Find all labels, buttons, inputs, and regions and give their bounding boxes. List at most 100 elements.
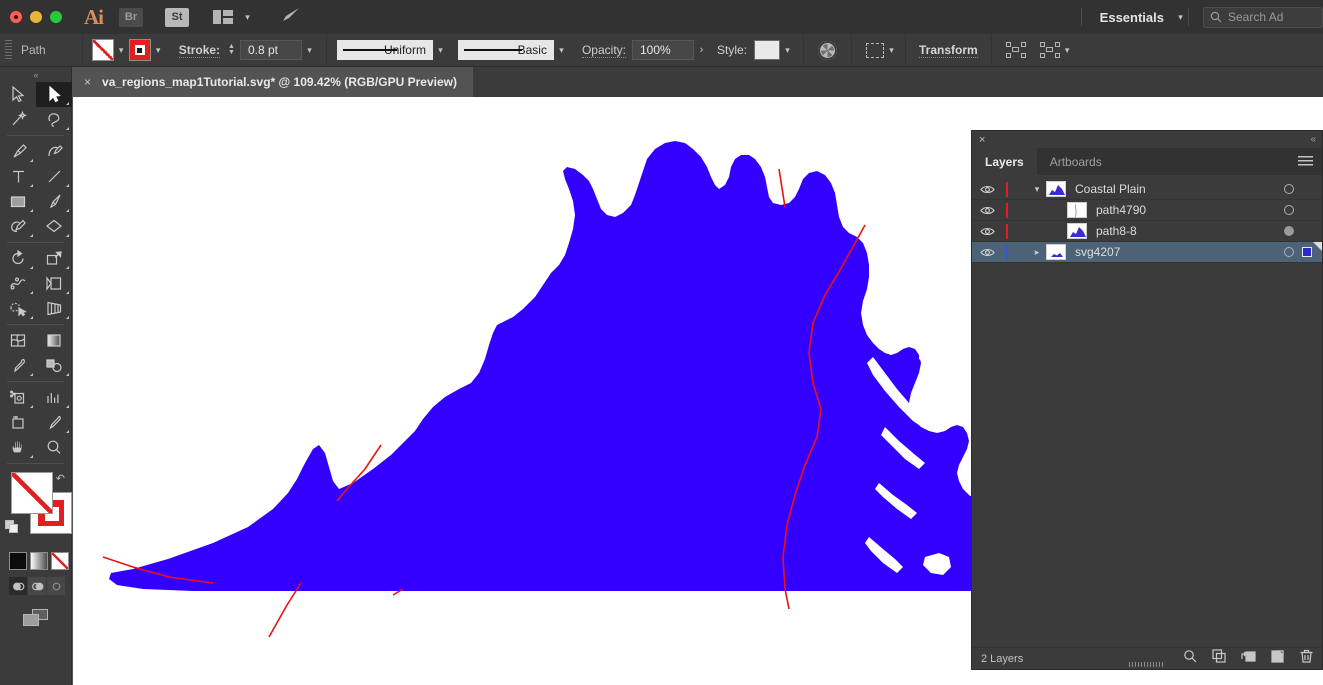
artboard-tool[interactable] — [0, 410, 36, 435]
stroke-weight-chevron-icon[interactable]: ▾ — [302, 45, 317, 56]
close-document-icon[interactable]: × — [84, 75, 91, 89]
stroke-weight-value[interactable]: 0.8 pt — [239, 40, 302, 60]
maximize-window-button[interactable] — [50, 11, 62, 23]
layer-list-empty-area[interactable] — [972, 263, 1322, 647]
create-new-layer-icon[interactable] — [1271, 649, 1285, 668]
curvature-tool[interactable] — [36, 139, 72, 164]
delete-selection-icon[interactable] — [1300, 649, 1313, 668]
scale-tool[interactable] — [36, 246, 72, 271]
pen-tool[interactable] — [0, 139, 36, 164]
free-transform-tool[interactable] — [36, 271, 72, 296]
stroke-weight-stepper[interactable]: ▲ ▼ — [228, 43, 235, 56]
draw-behind[interactable] — [28, 577, 46, 595]
brush-chevron-icon[interactable]: ▾ — [554, 45, 569, 56]
locate-object-icon[interactable] — [1183, 649, 1197, 668]
tab-layers[interactable]: Layers — [972, 148, 1037, 175]
fill-color-indicator[interactable] — [11, 472, 53, 514]
eraser-tool[interactable] — [36, 214, 72, 239]
color-mode-black[interactable] — [9, 552, 27, 570]
target-indicator[interactable] — [1284, 226, 1294, 236]
gradient-tool[interactable] — [36, 328, 72, 353]
perspective-grid-tool[interactable] — [36, 296, 72, 321]
slice-tool[interactable] — [36, 410, 72, 435]
target-indicator[interactable] — [1284, 205, 1294, 215]
layer-name[interactable]: path4790 — [1096, 203, 1146, 217]
width-tool[interactable] — [0, 271, 36, 296]
style-chevron-icon[interactable]: ▾ — [780, 45, 795, 56]
swap-fill-stroke-icon[interactable]: ↶ — [56, 472, 65, 485]
workspace-chevron-icon[interactable]: ▾ — [1173, 12, 1188, 23]
recolor-artwork-icon[interactable] — [818, 40, 837, 60]
arrange-documents-button[interactable]: ▾ — [213, 10, 255, 24]
fill-chevron-icon[interactable]: ▾ — [114, 45, 129, 56]
brush-definition[interactable]: Basic — [457, 40, 554, 60]
paintbrush-tool[interactable] — [36, 189, 72, 214]
document-tab[interactable]: × va_regions_map1Tutorial.svg* @ 109.42%… — [72, 67, 473, 97]
selection-tool[interactable] — [0, 82, 36, 107]
stock-button[interactable]: St — [165, 7, 189, 27]
select-similar-chevron-icon[interactable]: ▾ — [884, 45, 899, 56]
change-screen-mode-icon[interactable] — [22, 609, 49, 627]
stroke-label[interactable]: Stroke: — [178, 43, 221, 58]
line-segment-tool[interactable] — [36, 164, 72, 189]
type-tool[interactable] — [0, 164, 36, 189]
none-mode[interactable] — [51, 552, 69, 570]
zoom-tool[interactable] — [36, 435, 72, 460]
transform-button[interactable]: Transform — [919, 43, 978, 58]
rocket-icon[interactable] — [281, 7, 301, 28]
graphic-style-swatch[interactable] — [754, 40, 780, 60]
rotate-tool[interactable] — [0, 246, 36, 271]
layer-row-path8-8[interactable]: path8-8 — [972, 221, 1322, 242]
draw-normal[interactable] — [9, 577, 27, 595]
style-label[interactable]: Style: — [717, 43, 747, 57]
close-panel-icon[interactable]: × — [979, 134, 985, 146]
visibility-toggle-icon[interactable] — [972, 226, 1002, 237]
gradient-mode[interactable] — [30, 552, 48, 570]
opacity-label[interactable]: Opacity: — [581, 43, 626, 58]
isolate-selected-icon[interactable] — [1039, 42, 1060, 58]
default-fill-stroke-icon[interactable] — [5, 520, 19, 534]
target-indicator[interactable] — [1284, 247, 1294, 257]
shaper-tool[interactable] — [0, 214, 36, 239]
layer-name[interactable]: svg4207 — [1075, 245, 1120, 259]
visibility-toggle-icon[interactable] — [972, 184, 1002, 195]
minimize-window-button[interactable] — [30, 11, 42, 23]
layer-row-svg4207[interactable]: ▸ svg4207 — [972, 242, 1322, 263]
chevron-down-icon[interactable]: ▾ — [1028, 184, 1046, 195]
search-adobe-stock-input[interactable]: Search Ad — [1203, 6, 1323, 28]
magic-wand-tool[interactable] — [0, 107, 36, 132]
control-bar-grip[interactable] — [5, 40, 12, 60]
visibility-toggle-icon[interactable] — [972, 205, 1002, 216]
opacity-options-icon[interactable]: › — [694, 44, 709, 56]
align-icon[interactable] — [1005, 42, 1026, 58]
collapse-panel-icon[interactable]: « — [1310, 134, 1315, 145]
virginia-map-artwork[interactable] — [73, 97, 1108, 685]
fill-color-swatch[interactable] — [91, 39, 114, 61]
target-indicator[interactable] — [1284, 184, 1294, 194]
panel-menu-icon[interactable] — [1298, 156, 1313, 167]
stroke-chevron-icon[interactable]: ▾ — [151, 45, 166, 56]
visibility-toggle-icon[interactable] — [972, 247, 1002, 258]
stroke-color-swatch[interactable] — [128, 39, 151, 61]
layer-name[interactable]: Coastal Plain — [1075, 182, 1146, 196]
lasso-tool[interactable] — [36, 107, 72, 132]
layer-row-coastal-plain[interactable]: ▾ Coastal Plain — [972, 179, 1322, 200]
variable-width-profile[interactable]: Uniform — [336, 40, 433, 60]
layer-row-path4790[interactable]: path4790 — [972, 200, 1322, 221]
mesh-tool[interactable] — [0, 328, 36, 353]
selection-indicator-square[interactable] — [1302, 247, 1312, 257]
chevron-right-icon[interactable]: ▸ — [1028, 247, 1046, 258]
column-graph-tool[interactable] — [36, 385, 72, 410]
shape-builder-tool[interactable] — [0, 296, 36, 321]
direct-selection-tool[interactable] — [36, 82, 72, 107]
hand-tool[interactable] — [0, 435, 36, 460]
rectangle-tool[interactable] — [0, 189, 36, 214]
blend-tool[interactable] — [36, 353, 72, 378]
isolate-chevron-icon[interactable]: ▾ — [1060, 45, 1075, 56]
close-window-button[interactable] — [10, 11, 22, 23]
bridge-button[interactable]: Br — [119, 7, 143, 27]
draw-inside[interactable] — [47, 577, 65, 595]
symbol-sprayer-tool[interactable] — [0, 385, 36, 410]
layer-name[interactable]: path8-8 — [1096, 224, 1137, 238]
select-similar-icon[interactable] — [866, 42, 884, 58]
